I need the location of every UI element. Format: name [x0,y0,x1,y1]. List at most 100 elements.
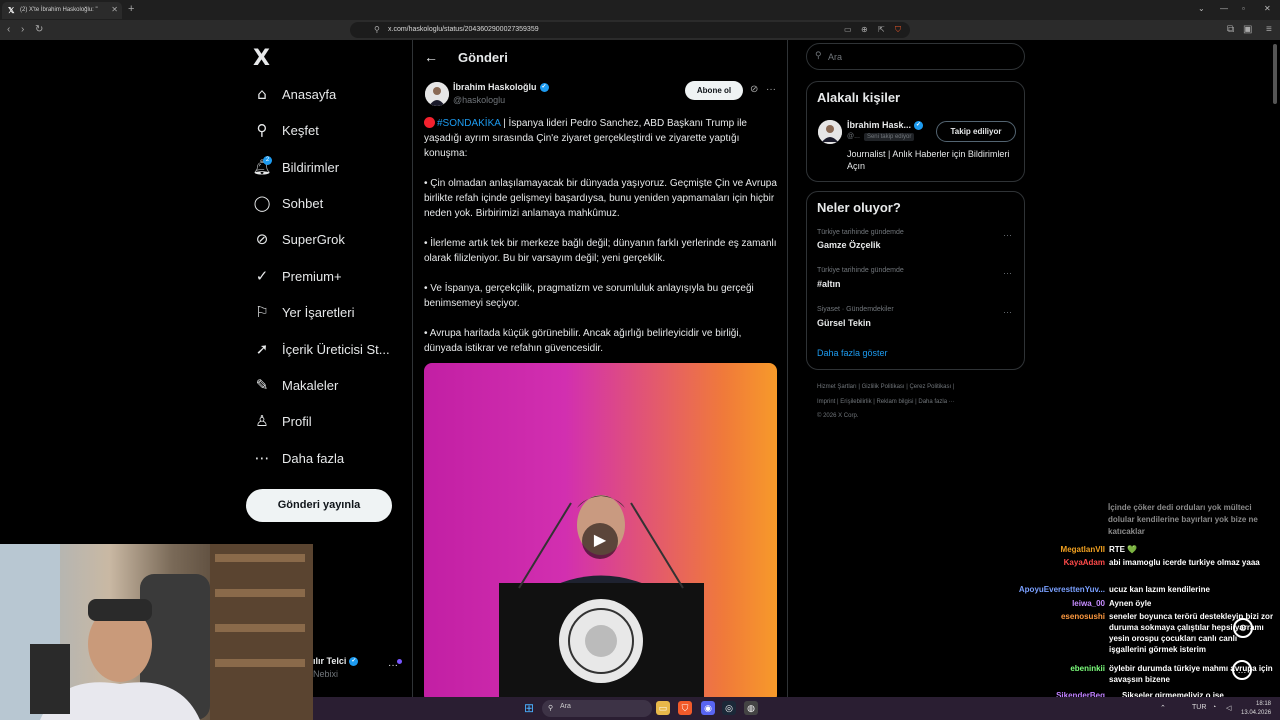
related-title: Alakalı kişiler [817,90,901,105]
trend-name[interactable]: Gamze Özçelik [817,240,881,250]
verified-icon: ✓ [914,121,924,131]
address-bar[interactable]: ⚲ x.com/haskologlu/status/20436029000273… [350,22,910,38]
account-handle: Nebixi [313,669,339,679]
post-paragraph: • Ve İspanya, gerçekçilik, pragmatizm ve… [424,283,754,309]
chat-user: MegatlanVII [1060,545,1105,554]
status-dot-icon [397,659,402,664]
steam-icon[interactable]: ◎ [722,701,736,715]
post-video[interactable]: ▶ [424,363,777,703]
chat-text: Aynen öyle [1109,599,1152,608]
x-logo-icon[interactable]: X [253,46,270,71]
wifi-icon[interactable]: ◔ [1212,704,1216,711]
nav-item-premium[interactable]: ✓ Premium+ [252,263,402,291]
following-button[interactable]: Takip ediliyor [936,121,1016,142]
sidebar-icon[interactable]: ▣ [1243,24,1252,35]
nav-item-explore[interactable]: ⚲ Keşfet [252,117,402,145]
search-icon: ⚲ [256,121,268,139]
url-text[interactable]: x.com/haskologlu/status/2043602900027359… [388,26,539,33]
post-button[interactable]: Gönderi yayınla [246,489,392,522]
nav-item-supergrok[interactable]: ⊘ SuperGrok [252,226,402,254]
brave-shield-icon[interactable]: ⛉ [895,25,901,35]
brave-browser-icon[interactable]: ⛉ [678,701,692,715]
post-paragraph: • Avrupa haritada küçük görünebilir. Anc… [424,328,742,354]
taskbar-clock[interactable]: 18:18 13.04.2026 [1241,700,1271,718]
chat-faded-message: İçinde çöker dedi orduları yok mülteci d… [1108,503,1258,536]
nav-item-profile[interactable]: ♙ Profil [252,408,402,436]
author-avatar-image [425,82,449,106]
discord-icon[interactable]: ◉ [701,701,715,715]
extensions-icon[interactable]: ⧉ [1227,24,1234,35]
forward-icon[interactable]: › [21,24,24,35]
close-window-icon[interactable]: ✕ [1264,4,1271,13]
windows-start-icon[interactable]: ⊞ [522,701,536,715]
subscribe-button[interactable]: Abone ol [685,81,743,100]
author-avatar[interactable] [425,82,449,106]
author-name[interactable]: İbrahim Haskoloğlu ✓ [453,82,549,93]
nav-item-bookmarks[interactable]: ⚐ Yer İşaretleri [252,299,402,327]
rocket-icon: ➚ [255,340,269,358]
scrollbar[interactable] [1273,44,1277,104]
trend-name[interactable]: #altın [817,279,841,289]
restore-icon[interactable]: ▫ [1242,4,1245,13]
profile-icon: ♙ [255,412,269,430]
related-handle: @... Seni takip ediyor [847,133,915,141]
trend-more-icon[interactable]: ··· [1003,268,1012,278]
site-info-icon[interactable]: ⚲ [374,25,380,34]
new-tab-button[interactable]: + [128,3,134,15]
browser-tab[interactable]: 𝕏 (2) X'te İbrahim Haskoloğlu: " ✕ [2,2,122,19]
video-frame-image [499,495,704,703]
nav-label: Yer İşaretleri [282,305,355,320]
close-tab-icon[interactable]: ✕ [111,5,118,14]
nav-item-more[interactable]: ⋯ Daha fazla [252,445,402,473]
nav-label: Keşfet [282,123,319,138]
post-paragraph: #SONDAKİKA | İspanya lideri Pedro Sanche… [424,117,747,159]
back-arrow-icon[interactable]: ← [424,49,438,65]
reload-icon[interactable]: ↻ [35,24,43,35]
more-options-icon[interactable]: ··· [766,84,776,95]
back-icon[interactable]: ‹ [7,24,10,35]
page-title: Gönderi [458,50,508,65]
trends-title: Neler oluyor? [817,200,901,215]
trend-context: Türkiye tarihinde gündemde [817,267,904,274]
minimize-icon[interactable]: — [1220,4,1228,13]
chat-bubble-icon[interactable]: … [1232,660,1252,680]
tray-chevron-icon[interactable]: ⌃ [1160,704,1166,712]
nav-label: Sohbet [282,196,324,211]
nav-label: Anasayfa [282,87,337,102]
post-paragraph: • Çin olmadan anlaşılamayacak bir dünyad… [424,178,777,219]
chat-text: abi imamoglu icerde turkiye olmaz yaaa [1109,558,1260,567]
nav-item-notifications[interactable]: 🔔︎ 2 Bildirimler [252,154,402,182]
more-icon: ⋯ [254,449,270,467]
chat-gear-icon[interactable]: ⚙ [1233,618,1253,638]
footer-links[interactable]: Imprint | Erişilebilirlik | Reklam bilgi… [817,395,1022,410]
nav-item-chat[interactable]: ◯ Sohbet [252,190,402,218]
show-more-link[interactable]: Daha fazla göster [817,348,888,358]
file-explorer-icon[interactable]: ▭ [656,701,670,715]
webcam-image [0,544,313,720]
account-name[interactable]: ılır Telci ✓ [313,656,359,667]
taskbar-search[interactable] [542,700,652,717]
grok-icon[interactable]: ⊘ [750,84,758,95]
trend-more-icon[interactable]: ··· [1003,230,1012,240]
author-handle[interactable]: @haskologlu [453,95,505,105]
screen-icon[interactable]: ▭ [844,25,852,34]
play-icon[interactable]: ▶ [582,523,618,559]
hashtag-link[interactable]: #SONDAKİKA [437,118,500,129]
tab-list-icon[interactable]: ⌄ [1198,4,1205,13]
menu-icon[interactable]: ≡ [1266,24,1272,35]
footer-links[interactable]: Hizmet Şartları | Gizlilik Politikası | … [817,380,1022,395]
taskbar-search-placeholder: Ara [560,703,571,710]
share-icon[interactable]: ⇱ [878,25,885,34]
language-indicator[interactable]: TUR [1192,704,1206,711]
obs-icon[interactable]: ◍ [744,701,758,715]
nav-item-home[interactable]: ⌂ Anasayfa [252,81,402,109]
nav-item-articles[interactable]: ✎ Makaleler [252,372,402,400]
related-name[interactable]: İbrahim Hask... ✓ [847,120,924,131]
related-avatar[interactable] [818,120,842,144]
nav-item-creator-studio[interactable]: ➚ İçerik Üreticisi St... [252,336,402,364]
volume-icon[interactable]: ◁ [1226,704,1231,712]
trend-context: Türkiye tarihinde gündemde [817,229,904,236]
zoom-icon[interactable]: ⊕ [861,25,868,34]
trend-name[interactable]: Gürsel Tekin [817,318,871,328]
trend-more-icon[interactable]: ··· [1003,307,1012,317]
